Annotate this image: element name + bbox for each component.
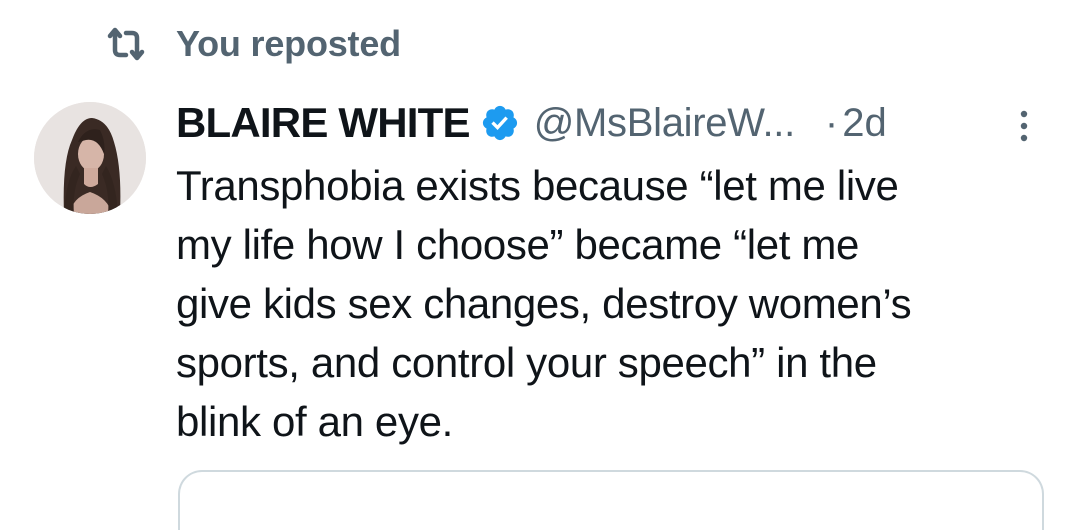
tweet-header: BLAIRE WHITE @MsBlaireW... · 2d <box>176 96 1080 150</box>
more-options-icon[interactable] <box>1014 106 1034 146</box>
tweet-text: Transphobia exists because “let me live … <box>176 162 912 445</box>
author-display-name[interactable]: BLAIRE WHITE <box>176 99 471 147</box>
repost-context: You reposted <box>104 22 401 66</box>
repost-icon <box>104 24 152 64</box>
separator-dot: · <box>824 100 839 145</box>
avatar[interactable] <box>34 102 146 214</box>
verified-badge-icon[interactable] <box>480 103 520 143</box>
quote-card[interactable] <box>178 470 1044 530</box>
author-handle[interactable]: @MsBlaireW... <box>534 101 795 146</box>
timestamp[interactable]: 2d <box>842 101 887 146</box>
repost-label: You reposted <box>176 23 401 64</box>
